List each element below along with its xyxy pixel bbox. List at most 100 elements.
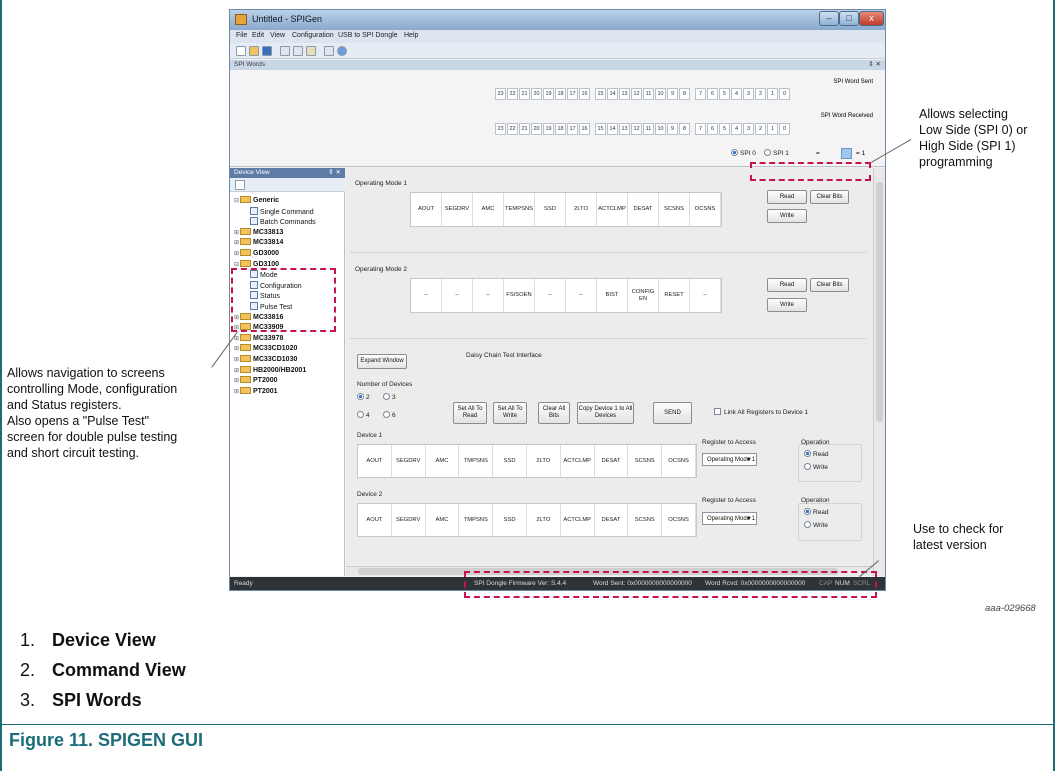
tree-item[interactable]: ⊞ MC33978 [234, 333, 283, 344]
bit-cell[interactable]: 1 [767, 123, 778, 135]
vertical-scroll-thumb[interactable] [876, 182, 883, 422]
bit-cell[interactable]: 2 [755, 123, 766, 135]
bit-cell[interactable]: 9 [667, 123, 678, 135]
mode1-clear-bits-button[interactable]: Clear Bits [810, 190, 849, 204]
mode1-read-button[interactable]: Read [767, 190, 807, 204]
register-bit-cell[interactable]: DESAT [595, 504, 629, 536]
menu-file[interactable]: File [236, 32, 247, 39]
register-bit-cell[interactable]: RESET [659, 279, 690, 312]
register-bit-cell[interactable]: SEGDRV [392, 504, 426, 536]
register-bit-cell[interactable]: AMC [426, 445, 460, 477]
mode2-read-button[interactable]: Read [767, 278, 807, 292]
bit-cell[interactable]: 16 [579, 123, 590, 135]
bit-cell[interactable]: 11 [643, 123, 654, 135]
tree-item[interactable]: ⊟ Generic [234, 196, 279, 206]
mode2-clear-bits-button[interactable]: Clear Bits [810, 278, 849, 292]
help-icon[interactable] [337, 46, 347, 56]
maximize-button[interactable]: □ [839, 11, 859, 26]
bit-cell[interactable]: 17 [567, 88, 578, 100]
bit-cell[interactable]: 23 [495, 88, 506, 100]
new-file-icon[interactable] [236, 46, 246, 56]
mode1-write-button[interactable]: Write [767, 209, 807, 223]
cut-icon[interactable] [280, 46, 290, 56]
device-view-pin-icon[interactable]: ⇕ ✕ [328, 168, 341, 176]
bit-cell[interactable]: 23 [495, 123, 506, 135]
register-bit-cell[interactable]: AOUT [411, 193, 442, 226]
tree-item[interactable]: ⊞ MC33CD1030 [234, 355, 297, 365]
device-1-read-radio[interactable]: Read [804, 450, 829, 458]
register-bit-cell[interactable]: – [473, 279, 504, 312]
register-bit-cell[interactable]: 2LTO [527, 504, 561, 536]
copy-icon[interactable] [293, 46, 303, 56]
bit-cell[interactable]: 21 [519, 123, 530, 135]
bit-cell[interactable]: 6 [707, 123, 718, 135]
register-bit-cell[interactable]: FSISOEN [504, 279, 535, 312]
register-bit-cell[interactable]: – [442, 279, 473, 312]
bit-cell[interactable]: 12 [631, 123, 642, 135]
register-bit-cell[interactable]: DESAT [595, 445, 629, 477]
bit-cell[interactable]: 22 [507, 88, 518, 100]
menu-edit[interactable]: Edit [252, 32, 264, 39]
menu-help[interactable]: Help [404, 32, 418, 39]
send-button[interactable]: SEND [653, 402, 692, 424]
device-2-register-select[interactable]: Operating Mode 1 ▼ [702, 512, 757, 525]
paste-icon[interactable] [306, 46, 316, 56]
expand-window-button[interactable]: Expand Window [357, 354, 407, 369]
bit-cell[interactable]: 19 [543, 88, 554, 100]
register-bit-cell[interactable]: – [411, 279, 442, 312]
devices-2-radio[interactable]: 2 [357, 393, 370, 401]
save-icon[interactable] [262, 46, 272, 56]
bit-cell[interactable]: 0 [779, 123, 790, 135]
register-bit-cell[interactable]: CONFIG EN [628, 279, 659, 312]
register-bit-cell[interactable]: ACTCLMP [561, 445, 595, 477]
bit-cell[interactable]: 7 [695, 88, 706, 100]
register-bit-cell[interactable]: AMC [426, 504, 460, 536]
device-1-write-radio[interactable]: Write [804, 463, 828, 471]
device-2-read-radio[interactable]: Read [804, 508, 829, 516]
bit-cell[interactable]: 12 [631, 88, 642, 100]
tree-item[interactable]: ⊞ PT2000 [234, 376, 278, 386]
register-bit-cell[interactable]: SEGDRV [392, 445, 426, 477]
register-bit-cell[interactable]: 2LTO [527, 445, 561, 477]
register-bit-cell[interactable]: 2LTO [566, 193, 597, 226]
bit-cell[interactable]: 2 [755, 88, 766, 100]
register-bit-cell[interactable]: AOUT [358, 504, 392, 536]
menu-view[interactable]: View [270, 32, 285, 39]
bit-cell[interactable]: 4 [731, 123, 742, 135]
clear-all-bits-button[interactable]: Clear All Bits [538, 402, 570, 424]
register-bit-cell[interactable]: OCSNS [662, 445, 696, 477]
bit-cell[interactable]: 19 [543, 123, 554, 135]
bit-cell[interactable]: 3 [743, 88, 754, 100]
devices-6-radio[interactable]: 6 [383, 411, 396, 419]
register-bit-cell[interactable]: ACTCLMP [597, 193, 628, 226]
register-bit-cell[interactable]: – [566, 279, 597, 312]
spi1-radio[interactable]: SPI 1 [764, 149, 789, 157]
tree-item[interactable]: Single Command [250, 206, 314, 217]
print-icon[interactable] [324, 46, 334, 56]
register-bit-cell[interactable]: AMC [473, 193, 504, 226]
set-all-to-read-button[interactable]: Set All To Read [453, 402, 487, 424]
bit-cell[interactable]: 5 [719, 88, 730, 100]
tree-item[interactable]: ⊞ MC33814 [234, 238, 283, 248]
vertical-scrollbar[interactable] [873, 168, 885, 576]
register-bit-cell[interactable]: – [535, 279, 566, 312]
bit-cell[interactable]: 11 [643, 88, 654, 100]
bit-cell[interactable]: 10 [655, 88, 666, 100]
bit-cell[interactable]: 8 [679, 123, 690, 135]
bit-cell[interactable]: 14 [607, 123, 618, 135]
bit-cell[interactable]: 8 [679, 88, 690, 100]
bit-cell[interactable]: 20 [531, 88, 542, 100]
bit-cell[interactable]: 15 [595, 88, 606, 100]
bit-cell[interactable]: 4 [731, 88, 742, 100]
bit-cell[interactable]: 22 [507, 123, 518, 135]
tree-item[interactable]: ⊞ MC33813 [234, 227, 283, 238]
menu-usb-to-spi-dongle[interactable]: USB to SPI Dongle [338, 32, 398, 39]
bit-cell[interactable]: 17 [567, 123, 578, 135]
minimize-button[interactable]: – [819, 11, 839, 26]
register-bit-cell[interactable]: ACTCLMP [561, 504, 595, 536]
bit-cell[interactable]: 13 [619, 123, 630, 135]
register-bit-cell[interactable]: SCSNS [628, 445, 663, 477]
tree-item[interactable]: Batch Commands [250, 217, 316, 227]
link-all-registers-checkbox[interactable]: Link All Registers to Device 1 [714, 408, 808, 416]
tree-item[interactable]: ⊞ GD3000 [234, 249, 279, 259]
